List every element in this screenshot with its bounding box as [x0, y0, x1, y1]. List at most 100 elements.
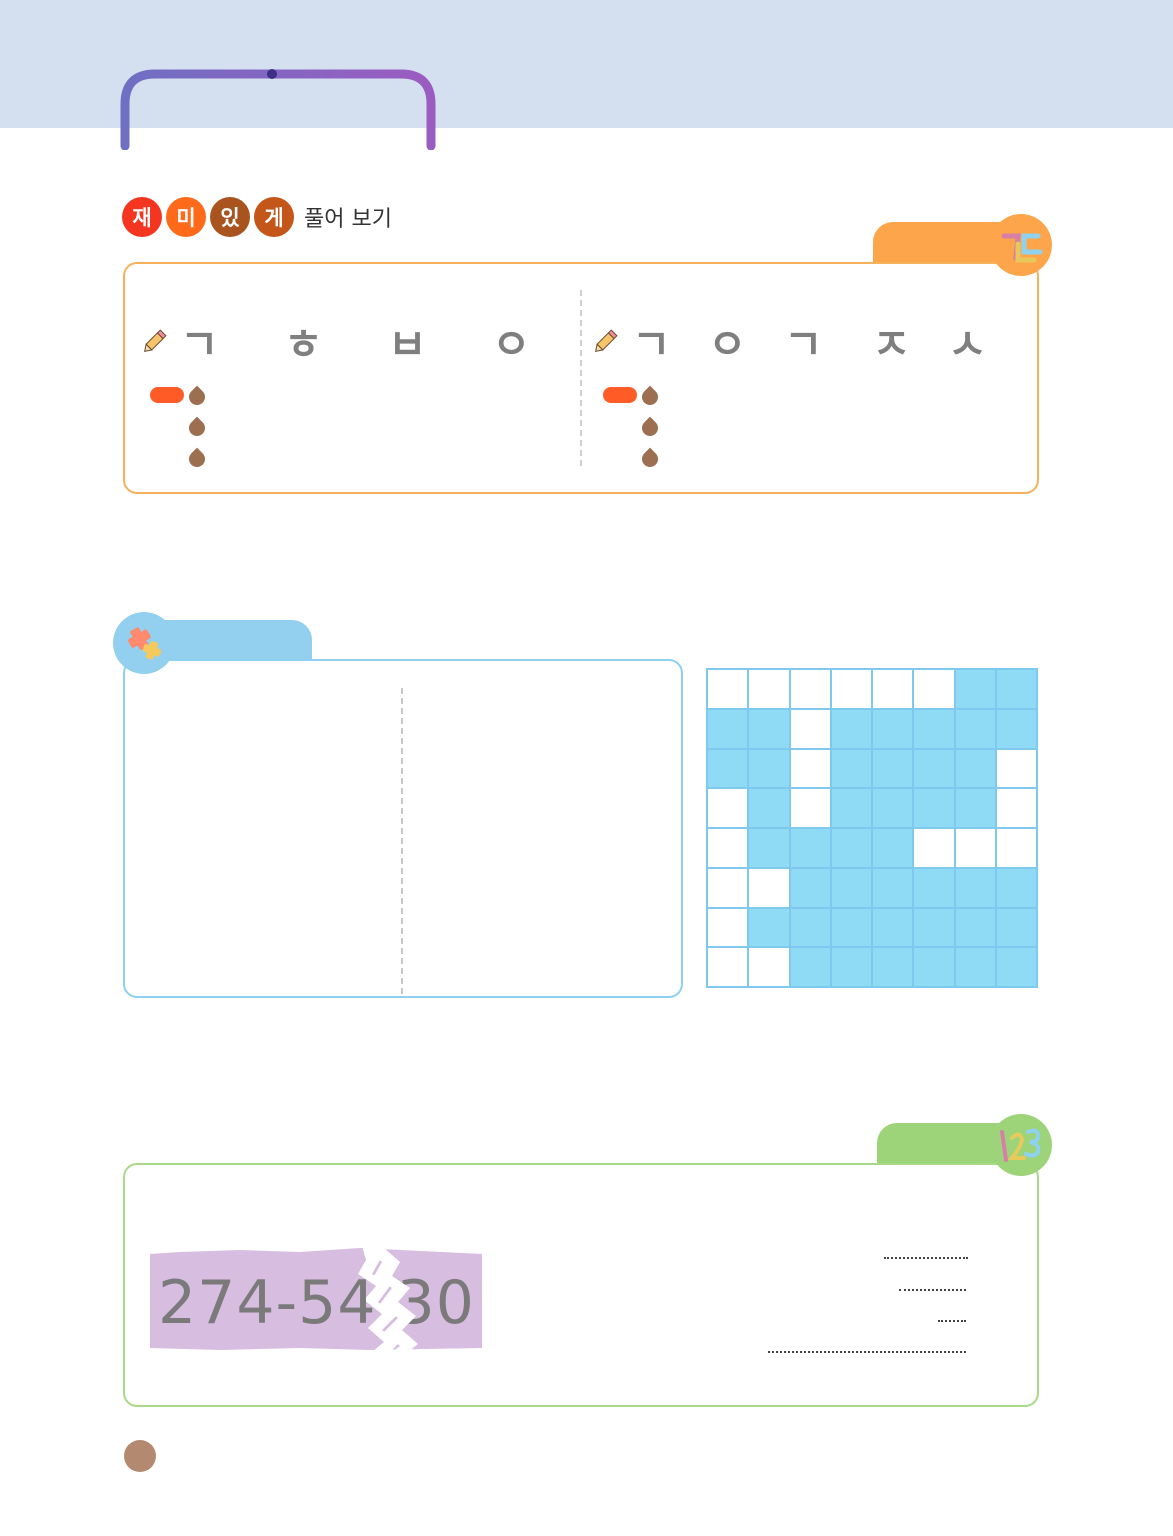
grid-cell — [872, 748, 914, 789]
grid-cell — [995, 867, 1037, 908]
answer-marker — [150, 387, 184, 403]
grid-cell — [789, 788, 831, 828]
grid-cell — [913, 748, 955, 789]
consonant: ㅇ — [492, 319, 531, 369]
grid-cell — [748, 907, 790, 948]
divider — [580, 290, 582, 466]
color-grid — [706, 668, 1038, 988]
consonant-row-right: ㄱ ㅇ ㄱ ㅈ ㅅ — [632, 316, 998, 369]
consonant: ㄱ — [180, 319, 219, 369]
grid-cell — [830, 669, 872, 709]
grid-cell — [707, 748, 749, 789]
grid-cell — [789, 669, 831, 709]
grid-cell — [954, 788, 996, 828]
grid-cell — [995, 907, 1037, 948]
grid-cell — [913, 669, 955, 709]
title-circle: 미 — [166, 197, 206, 237]
grid-cell — [872, 867, 914, 908]
grid-cell — [995, 748, 1037, 789]
grid-cell — [789, 748, 831, 789]
grid-cell — [707, 947, 749, 987]
grid-cell — [954, 828, 996, 868]
pencil-icon — [595, 329, 618, 352]
grid-cell — [913, 867, 955, 908]
answer-line — [768, 1351, 966, 1353]
grid-cell — [913, 828, 955, 868]
grid-cell — [748, 708, 790, 749]
grid-cell — [830, 867, 872, 908]
grid-cell — [748, 788, 790, 828]
consonant: ㅂ — [388, 319, 427, 369]
grid-cell — [872, 828, 914, 868]
consonant: ㄱ — [632, 319, 671, 369]
grid-cell — [748, 828, 790, 868]
grid-cell — [954, 867, 996, 908]
grid-cell — [707, 708, 749, 749]
grid-cell — [872, 947, 914, 987]
grid-cell — [995, 788, 1037, 828]
answer-line — [899, 1289, 966, 1291]
korean-letters-icon — [990, 214, 1052, 276]
grid-cell — [830, 748, 872, 789]
title-circle: 있 — [210, 197, 250, 237]
grid-cell — [954, 669, 996, 709]
grid-cell — [872, 669, 914, 709]
grid-cell — [707, 669, 749, 709]
page-marker — [124, 1440, 156, 1472]
grid-cell — [789, 708, 831, 749]
grid-cell — [748, 867, 790, 908]
grid-cell — [707, 788, 749, 828]
grid-cell — [913, 708, 955, 749]
section-title: 재 미 있 게 풀어 보기 — [122, 196, 392, 238]
grid-cell — [748, 748, 790, 789]
grid-cell — [954, 708, 996, 749]
grid-cell — [789, 907, 831, 948]
grid-cell — [872, 788, 914, 828]
puzzle-box — [123, 659, 683, 998]
grid-cell — [789, 867, 831, 908]
grid-cell — [830, 788, 872, 828]
title-text: 풀어 보기 — [304, 207, 392, 232]
grid-cell — [830, 907, 872, 948]
grid-cell — [789, 828, 831, 868]
answer-marker — [603, 387, 637, 403]
answer-line — [938, 1320, 966, 1322]
consonant: ㅈ — [872, 319, 911, 369]
grid-cell — [954, 907, 996, 948]
grid-cell — [830, 828, 872, 868]
consonant-row-left: ㄱ ㅎ ㅂ ㅇ — [180, 316, 552, 369]
answer-line — [884, 1257, 968, 1259]
title-circle: 재 — [122, 197, 162, 237]
numbers-icon — [990, 1114, 1052, 1176]
grid-cell — [995, 708, 1037, 749]
tear-gap — [364, 1248, 418, 1352]
consonant: ㅎ — [284, 319, 323, 369]
phone-number-text: 274-54 30 — [158, 1268, 475, 1338]
consonant: ㅅ — [948, 319, 987, 369]
grid-cell — [954, 748, 996, 789]
grid-cell — [995, 828, 1037, 868]
grid-cell — [707, 907, 749, 948]
grid-cell — [913, 788, 955, 828]
grid-cell — [707, 828, 749, 868]
grid-cell — [872, 708, 914, 749]
consonant: ㄱ — [784, 319, 823, 369]
grid-cell — [789, 947, 831, 987]
grid-cell — [872, 907, 914, 948]
consonant: ㅇ — [708, 319, 747, 369]
chapter-tab-frame — [120, 69, 436, 150]
divider — [401, 688, 403, 994]
grid-cell — [830, 708, 872, 749]
grid-cell — [995, 669, 1037, 709]
grid-cell — [748, 669, 790, 709]
grid-cell — [995, 947, 1037, 987]
grid-cell — [707, 867, 749, 908]
grid-cell — [748, 947, 790, 987]
grid-cell — [954, 947, 996, 987]
grid-cell — [913, 907, 955, 948]
title-circle: 게 — [254, 197, 294, 237]
puzzle-icon — [113, 612, 175, 674]
pencil-icon — [144, 329, 167, 352]
grid-cell — [830, 947, 872, 987]
grid-cell — [913, 947, 955, 987]
